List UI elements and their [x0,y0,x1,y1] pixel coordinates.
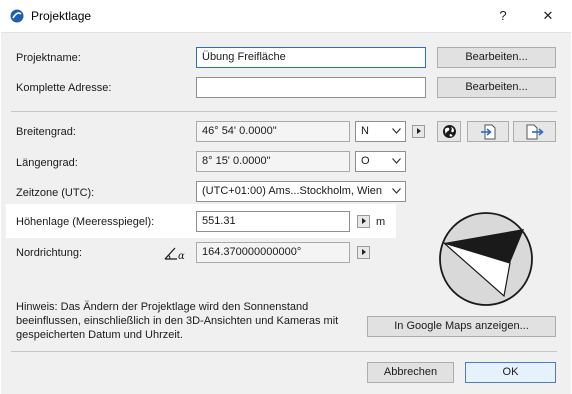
adresse-label: Komplette Adresse: [16,82,112,94]
nordrichtung-arrow-button[interactable] [357,246,370,259]
help-button[interactable]: ? [489,6,517,26]
hoehenlage-unit: m [376,216,386,228]
north-direction-compass[interactable] [438,211,534,307]
hint-line: beeinflussen, einschließlich in den 3D-A… [16,315,339,327]
laengengrad-label: Längengrad: [16,157,78,169]
hint-text: Hinweis: Das Ändern der Projektlage wird… [16,300,338,342]
breitengrad-direction-select[interactable]: N [355,121,406,142]
hoehenlage-label: Höhenlage (Meeresspiegel): [16,216,155,228]
laengengrad-input[interactable]: 8° 15' 0.0000" [196,151,350,172]
separator [11,351,557,352]
adresse-input[interactable] [196,77,426,98]
globe-icon [443,125,456,138]
import-location-icon [481,124,496,140]
chevron-down-icon [392,128,401,134]
ok-button[interactable]: OK [465,362,556,383]
import-location-button[interactable] [467,121,509,142]
cancel-button[interactable]: Abbrechen [367,362,454,383]
globe-button[interactable] [437,121,461,142]
chevron-down-icon [392,188,401,194]
breitengrad-input[interactable]: 46° 54' 0.0000" [196,121,350,142]
hoehenlage-arrow-button[interactable] [357,215,370,228]
breitengrad-arrow-button[interactable] [412,125,425,138]
hoehenlage-input[interactable]: 551.31 [196,211,350,232]
export-location-button[interactable] [513,121,556,142]
projektname-label: Projektname: [16,52,81,64]
google-maps-button[interactable]: In Google Maps anzeigen... [367,316,556,337]
separator [11,111,557,112]
breitengrad-label: Breitengrad: [16,126,76,138]
nordrichtung-label: Nordrichtung: [16,247,83,259]
nordrichtung-input[interactable]: 164.370000000000° [196,242,350,263]
title-bar: Projektlage ? ✕ [0,0,572,32]
hint-line: gespeicherten Datum und Uhrzeit. [16,329,183,341]
archicad-icon [10,9,24,23]
zeitzone-label: Zeitzone (UTC): [16,187,95,199]
breitengrad-direction-value: N [361,125,369,137]
projektname-input[interactable]: Übung Freifläche [196,47,426,68]
projektname-edit-button[interactable]: Bearbeiten... [437,47,556,68]
hint-line: Hinweis: Das Ändern der Projektlage wird… [16,301,309,313]
chevron-down-icon [392,158,401,164]
window-title: Projektlage [31,9,92,23]
adresse-edit-button[interactable]: Bearbeiten... [437,77,556,98]
angle-icon: α [164,247,185,261]
laengengrad-direction-value: O [361,155,370,167]
laengengrad-direction-select[interactable]: O [355,151,406,172]
close-button[interactable]: ✕ [534,6,562,26]
zeitzone-value: (UTC+01:00) Ams...Stockholm, Wien [202,185,383,197]
zeitzone-select[interactable]: (UTC+01:00) Ams...Stockholm, Wien [196,181,406,202]
svg-text:α: α [178,251,185,261]
export-location-icon [526,124,544,140]
